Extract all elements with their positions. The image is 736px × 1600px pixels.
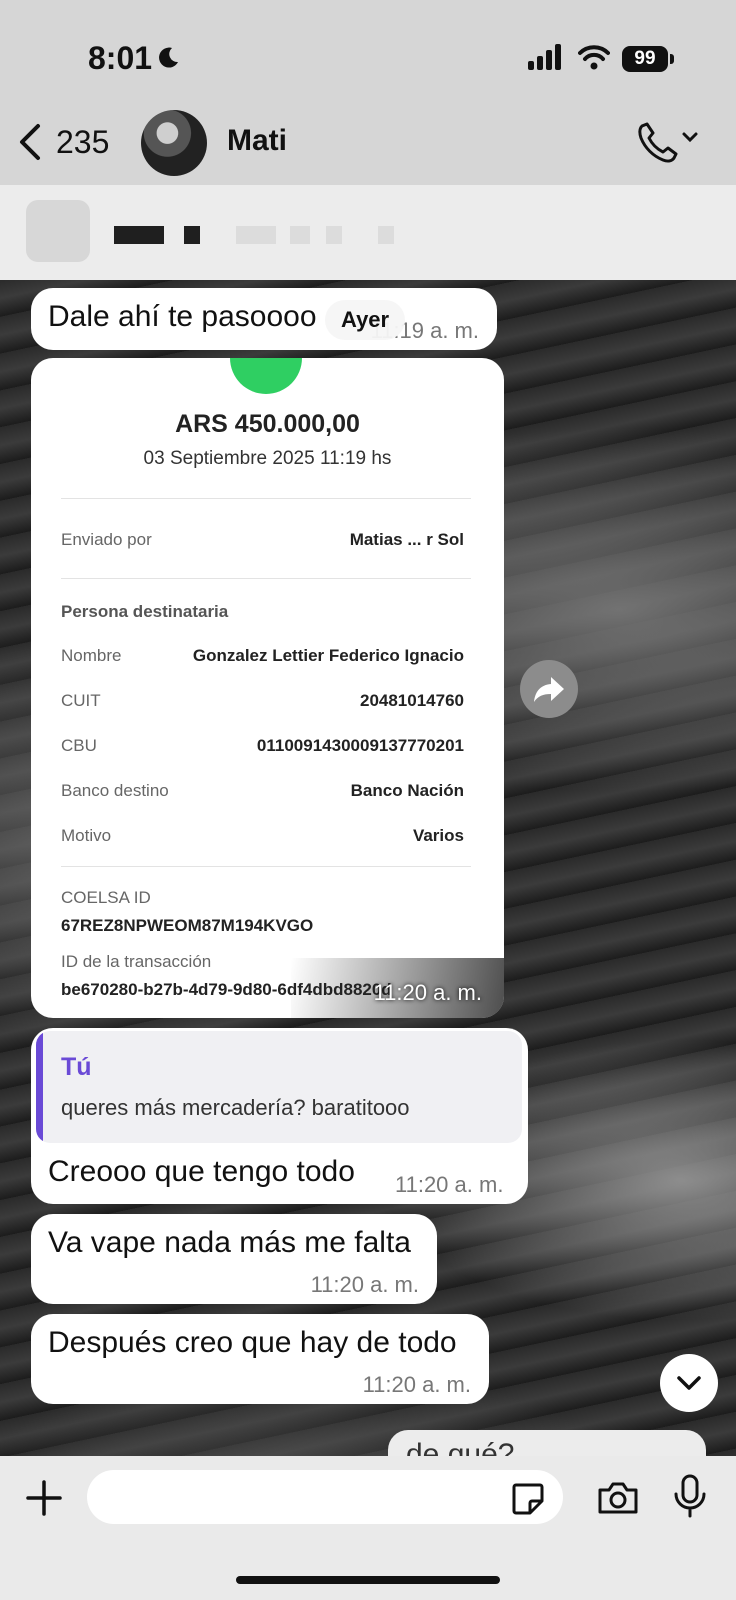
divider (61, 578, 471, 579)
pinned-message-bar[interactable] (0, 185, 736, 280)
transaction-id-label: ID de la transacción (61, 952, 212, 971)
home-indicator (236, 1576, 500, 1584)
receipt-date: 03 Septiembre 2025 11:19 hs (143, 448, 392, 469)
pinned-thumbnail (26, 200, 90, 262)
sent-by-value: Matias ... r Sol (349, 530, 464, 549)
divider (61, 498, 471, 499)
camera-icon[interactable] (596, 1480, 640, 1516)
redacted-block (378, 226, 394, 244)
status-bar: 8:01 99 (0, 0, 736, 110)
row-value-cbu: 0110091430009137770201 (256, 736, 464, 755)
message-bubble[interactable]: Va vape nada más me falta 11:20 a. m. (31, 1214, 437, 1304)
redacted-block (184, 226, 200, 244)
message-text: Después creo que hay de todo (48, 1326, 457, 1359)
quoted-reply[interactable]: Tú queres más mercadería? baratitooo (36, 1031, 522, 1143)
divider (61, 866, 471, 867)
check-icon (230, 358, 302, 394)
moon-icon (159, 47, 178, 68)
message-text: Va vape nada más me falta (48, 1226, 411, 1259)
message-text: Dale ahí te pasoooo (48, 300, 317, 333)
message-bubble[interactable]: Dale ahí te pasoooo 11:19 a. m. (31, 288, 497, 350)
quote-accent-bar (36, 1031, 43, 1143)
row-label-cuit: CUIT (61, 691, 101, 710)
row-label-cbu: CBU (61, 736, 97, 755)
receipt-amount: ARS 450.000,00 (175, 410, 360, 438)
message-time: 11:20 a. m. (373, 980, 482, 1005)
chevron-down-icon (677, 1376, 701, 1390)
message-text: Creooo que tengo todo (48, 1155, 355, 1188)
date-chip: Ayer (325, 300, 406, 340)
coelsa-value: 67REZ8NPWEOM87M194KVGO (61, 916, 314, 935)
row-value-cuit: 20481014760 (359, 691, 464, 710)
plus-icon[interactable] (24, 1478, 64, 1518)
transfer-receipt-image[interactable]: ARS 450.000,00 03 Septiembre 2025 11:19 … (31, 358, 504, 1018)
row-label-reason: Motivo (61, 826, 112, 845)
scroll-to-bottom-button[interactable] (660, 1354, 718, 1412)
forward-button[interactable] (520, 660, 578, 718)
redacted-block (326, 226, 342, 244)
message-time: 11:20 a. m. (395, 1172, 504, 1197)
redacted-block (114, 226, 164, 244)
back-unread-count[interactable]: 235 (56, 124, 109, 161)
recipient-section-title: Persona destinataria (61, 602, 229, 621)
message-input[interactable] (87, 1470, 563, 1524)
forward-icon (534, 677, 564, 702)
coelsa-label: COELSA ID (61, 888, 151, 907)
row-value-name: Gonzalez Lettier Federico Ignacio (192, 646, 464, 665)
chevron-left-icon[interactable] (16, 122, 42, 162)
avatar[interactable] (141, 110, 207, 176)
battery-indicator: 99 (622, 46, 668, 72)
phone-icon[interactable] (636, 120, 702, 164)
contact-name[interactable]: Mati (227, 124, 287, 158)
battery-tip (670, 54, 674, 64)
sticker-icon[interactable] (510, 1481, 546, 1517)
redacted-block (290, 226, 310, 244)
quoted-author: Tú (61, 1053, 92, 1081)
row-label-bank: Banco destino (61, 781, 169, 800)
microphone-icon[interactable] (672, 1474, 708, 1520)
message-time: 11:20 a. m. (310, 1272, 419, 1297)
message-bubble[interactable]: Después creo que hay de todo 11:20 a. m. (31, 1314, 489, 1404)
row-label-name: Nombre (61, 646, 122, 665)
message-time: 11:20 a. m. (362, 1372, 471, 1397)
redacted-block (236, 226, 276, 244)
status-time: 8:01 (88, 40, 153, 76)
wifi-icon (578, 45, 610, 70)
row-value-reason: Varios (412, 826, 464, 845)
signal-icon (528, 44, 561, 70)
row-value-bank: Banco Nación (350, 781, 464, 800)
quoted-text: queres más mercadería? baratitooo (61, 1095, 410, 1120)
sent-by-label: Enviado por (61, 530, 152, 549)
